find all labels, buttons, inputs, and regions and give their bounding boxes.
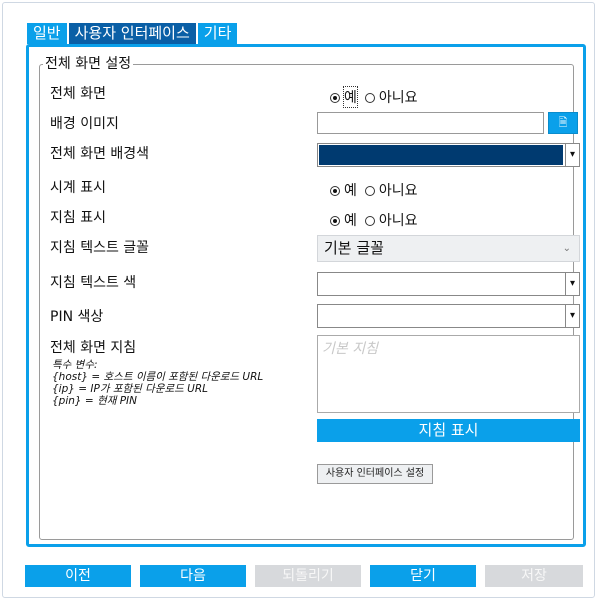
- tab-other[interactable]: 기타: [197, 23, 238, 44]
- fullscreen-radio-group: 예 아니요: [330, 86, 422, 108]
- file-open-icon: 🗎: [558, 116, 568, 129]
- next-button[interactable]: 다음: [140, 565, 246, 587]
- ui-settings-button[interactable]: 사용자 인터페이스 설정: [317, 464, 433, 484]
- tab-bar: 일반 사용자 인터페이스 기타: [27, 23, 238, 44]
- special-vars-notes: 특수 변수: {host} = 호스트 이름이 포함된 다운로드 URL {ip…: [52, 359, 263, 407]
- fs-guide-label: 전체 화면 지침: [50, 340, 137, 356]
- chevron-down-icon[interactable]: ▾: [565, 273, 579, 295]
- clock-no-radio[interactable]: [364, 186, 375, 196]
- show-guide-button[interactable]: 지침 표시: [317, 419, 580, 442]
- group-title: 전체 화면 설정: [45, 56, 132, 72]
- pin-color-label: PIN 색상: [50, 309, 104, 325]
- clock-label: 시계 표시: [50, 180, 106, 196]
- fullscreen-no-radio[interactable]: [364, 93, 375, 103]
- pin-color-swatch: [319, 306, 563, 326]
- fs-guide-textarea[interactable]: 기본 지침: [317, 335, 580, 413]
- bg-color-swatch: [319, 145, 563, 165]
- tab-user-interface[interactable]: 사용자 인터페이스: [68, 23, 196, 44]
- guide-font-select[interactable]: 기본 글꼴 ⌄: [317, 235, 580, 262]
- guide-yes-radio[interactable]: [330, 216, 340, 226]
- guide-no-label[interactable]: 아니요: [379, 210, 418, 230]
- clock-yes-radio[interactable]: [330, 186, 340, 196]
- guide-color-label: 지침 텍스트 색: [50, 275, 137, 291]
- clock-no-label[interactable]: 아니요: [379, 180, 418, 200]
- revert-button[interactable]: 되돌리기: [255, 565, 361, 587]
- guide-font-value: 기본 글꼴: [324, 239, 384, 257]
- guide-font-label: 지침 텍스트 글꼴: [50, 240, 150, 256]
- guide-color-swatch: [319, 274, 563, 294]
- chevron-down-icon[interactable]: ▾: [565, 144, 579, 166]
- clock-radio-group: 예 아니요: [330, 180, 422, 200]
- clock-yes-label[interactable]: 예: [344, 180, 357, 200]
- bg-color-picker[interactable]: ▾: [317, 143, 580, 167]
- fullscreen-no-label[interactable]: 아니요: [379, 87, 418, 107]
- bg-color-label: 전체 화면 배경색: [50, 146, 150, 162]
- close-button[interactable]: 닫기: [370, 565, 476, 587]
- fullscreen-yes-label[interactable]: 예: [343, 86, 358, 108]
- note-line: {ip} = IP가 포함된 다운로드 URL: [52, 383, 208, 395]
- chevron-down-icon[interactable]: ▾: [565, 305, 579, 327]
- chevron-down-icon: ⌄: [562, 243, 571, 254]
- note-line: {host} = 호스트 이름이 포함된 다운로드 URL: [52, 371, 264, 383]
- note-line: {pin} = 현재 PIN: [52, 395, 138, 407]
- bg-image-input[interactable]: [317, 112, 544, 134]
- guide-no-radio[interactable]: [364, 216, 375, 226]
- fullscreen-label: 전체 화면: [50, 86, 106, 102]
- note-line: 특수 변수:: [52, 359, 98, 371]
- prev-button[interactable]: 이전: [25, 565, 131, 587]
- tab-panel: 전체 화면 설정 전체 화면 예 아니요 배경 이미지 🗎 전체 화면 배경색 …: [26, 44, 586, 547]
- guide-color-picker[interactable]: ▾: [317, 272, 580, 296]
- tab-general[interactable]: 일반: [27, 23, 67, 44]
- fullscreen-yes-radio[interactable]: [330, 93, 340, 103]
- browse-button[interactable]: 🗎: [548, 112, 578, 134]
- pin-color-picker[interactable]: ▾: [317, 304, 580, 328]
- guide-label: 지침 표시: [50, 210, 106, 226]
- guide-yes-label[interactable]: 예: [344, 210, 357, 230]
- bg-image-label: 배경 이미지: [50, 116, 119, 132]
- settings-window: 일반 사용자 인터페이스 기타 전체 화면 설정 전체 화면 예 아니요 배경 …: [2, 2, 595, 598]
- fullscreen-settings-group: 전체 화면 설정 전체 화면 예 아니요 배경 이미지 🗎 전체 화면 배경색 …: [39, 56, 580, 540]
- guide-radio-group: 예 아니요: [330, 210, 422, 230]
- save-button[interactable]: 저장: [485, 565, 583, 587]
